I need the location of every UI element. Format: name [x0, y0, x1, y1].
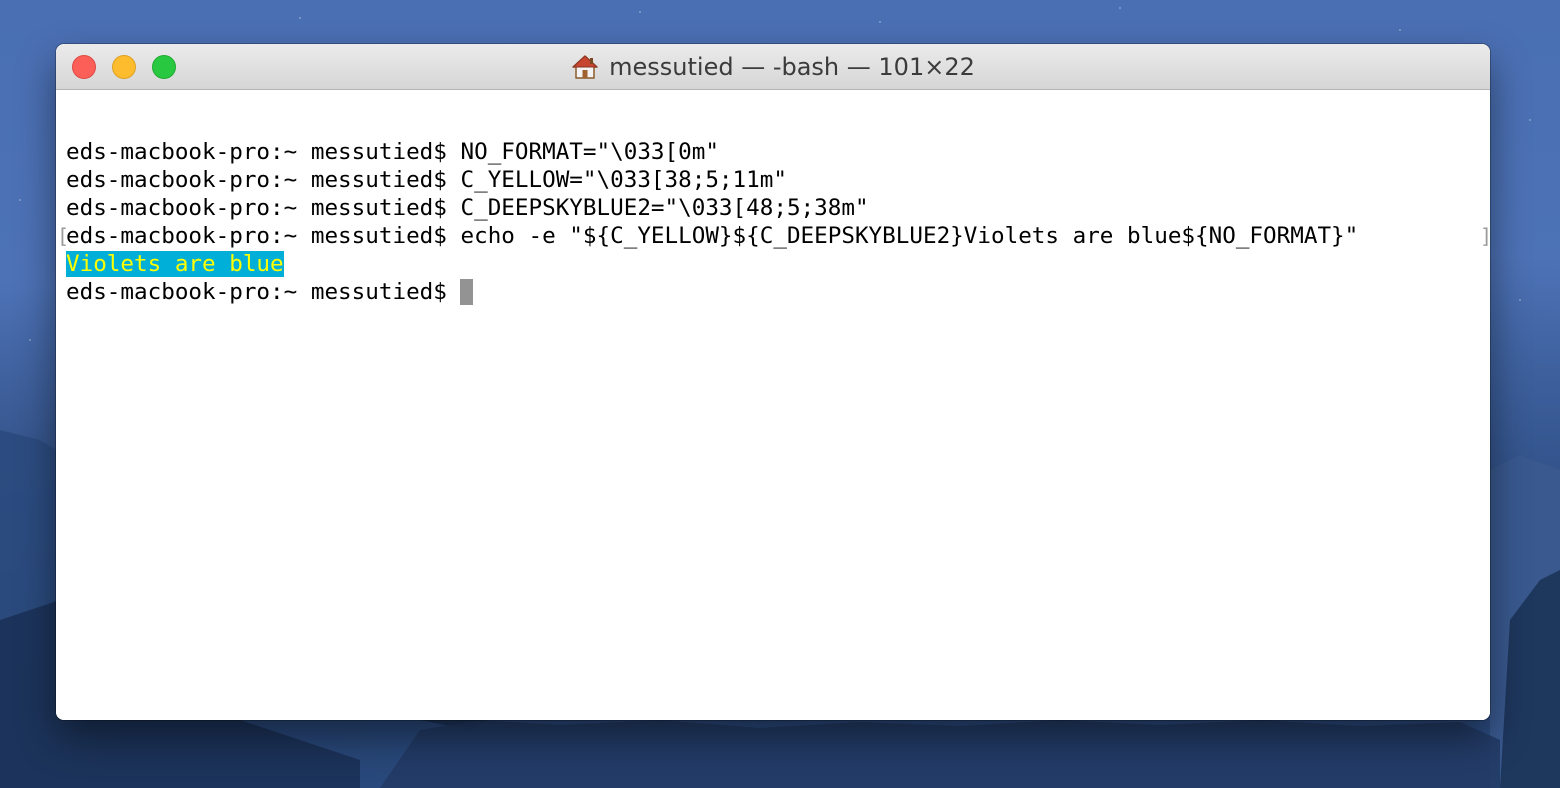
terminal-line: eds-macbook-pro:~ messutied$ NO_FORMAT="… [66, 138, 719, 166]
terminal-line: eds-macbook-pro:~ messutied$ C_YELLOW="\… [66, 166, 787, 194]
terminal-current-line[interactable]: eds-macbook-pro:~ messutied$ [66, 278, 474, 306]
home-icon [572, 54, 598, 79]
prompt-text: eds-macbook-pro:~ messutied$ [66, 279, 461, 305]
text-cursor [460, 279, 474, 305]
command-text: C_DEEPSKYBLUE2="\033[48;5;38m" [460, 195, 869, 221]
prompt-text: eds-macbook-pro:~ messutied$ [66, 195, 461, 221]
prompt-text: eds-macbook-pro:~ messutied$ [66, 223, 461, 249]
prompt-text: eds-macbook-pro:~ messutied$ [66, 139, 461, 165]
terminal-window[interactable]: messutied — -bash — 101×22 eds-macbook-p… [56, 44, 1490, 720]
command-text: C_YELLOW="\033[38;5;11m" [460, 167, 787, 193]
window-title-group: messutied — -bash — 101×22 [56, 44, 1490, 89]
prompt-text: eds-macbook-pro:~ messutied$ [66, 167, 461, 193]
terminal-line: eds-macbook-pro:~ messutied$ echo -e "${… [66, 222, 1358, 250]
terminal-output-line: Violets are blue [66, 250, 284, 278]
mark-bracket-right: ] [1480, 222, 1490, 250]
terminal-content[interactable]: eds-macbook-pro:~ messutied$ NO_FORMAT="… [56, 90, 1490, 720]
title-bar[interactable]: messutied — -bash — 101×22 [56, 44, 1490, 90]
command-text: NO_FORMAT="\033[0m" [460, 139, 719, 165]
terminal-line: eds-macbook-pro:~ messutied$ C_DEEPSKYBL… [66, 194, 869, 222]
window-title: messutied — -bash — 101×22 [609, 52, 975, 81]
colored-output-text: Violets are blue [66, 251, 284, 277]
command-text: echo -e "${C_YELLOW}${C_DEEPSKYBLUE2}Vio… [460, 223, 1359, 249]
